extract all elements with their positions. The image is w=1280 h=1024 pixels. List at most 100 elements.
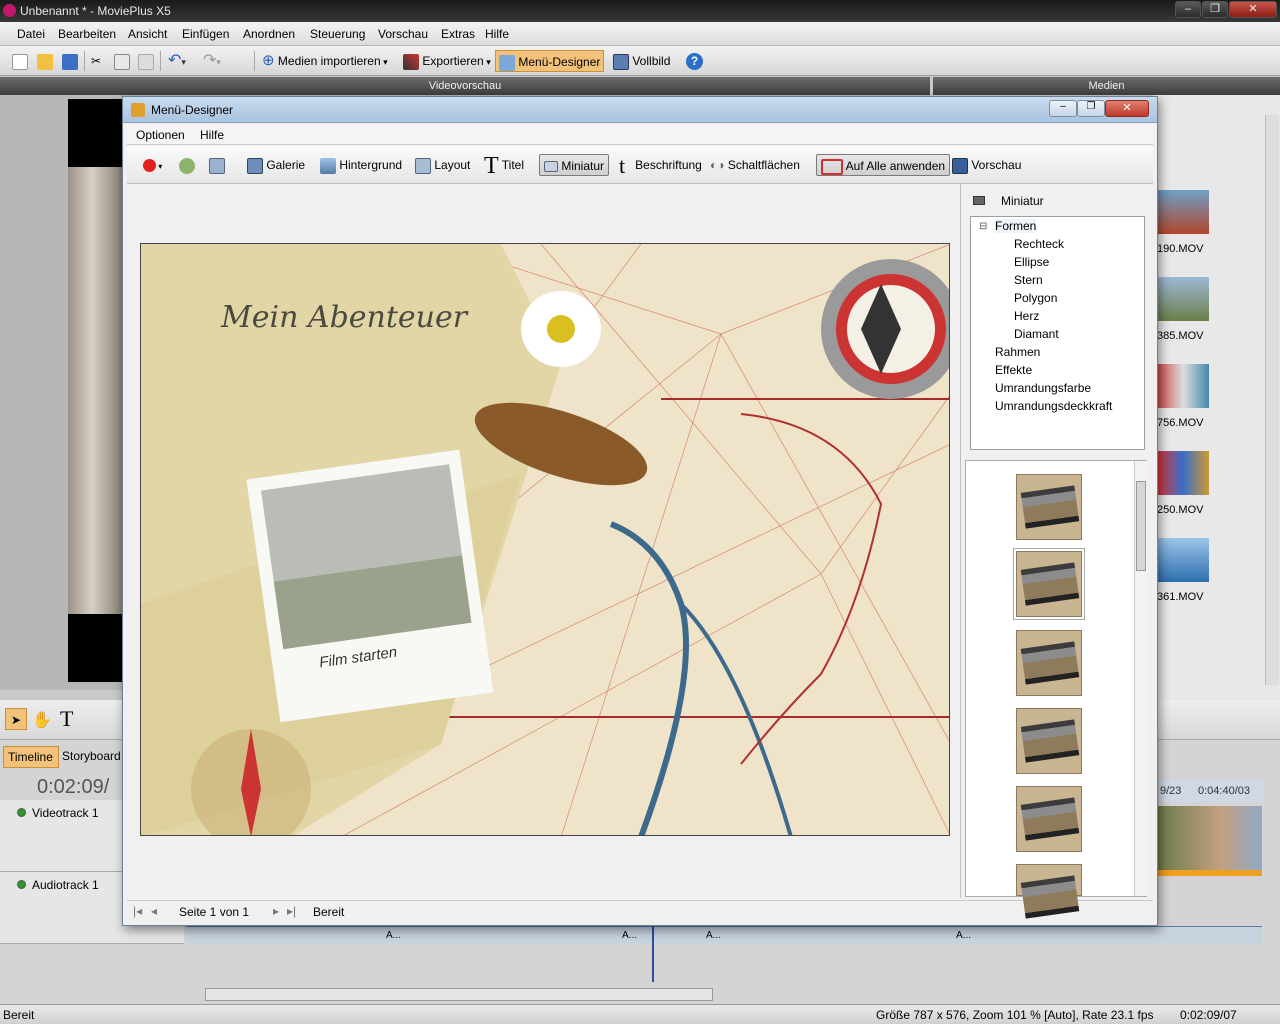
- record-button[interactable]: ▾: [143, 154, 162, 176]
- export-button[interactable]: Exportieren ▾: [403, 50, 491, 72]
- tool-hintergrund[interactable]: Hintergrund: [320, 154, 402, 176]
- tree-item[interactable]: Ellipse: [1014, 255, 1049, 269]
- pointer-tool[interactable]: ➤: [5, 708, 27, 730]
- media-filename: 756.MOV: [1157, 417, 1204, 429]
- timeline-hscroll[interactable]: [205, 988, 713, 1001]
- status-info: Größe 787 x 576, Zoom 101 % [Auto], Rate…: [876, 1008, 1154, 1022]
- tool-layout[interactable]: Layout: [415, 154, 470, 176]
- dialog-minimize-button[interactable]: –: [1049, 100, 1077, 117]
- menu-datei[interactable]: Datei: [17, 27, 45, 41]
- menu-extras[interactable]: Extras: [441, 27, 475, 41]
- import-media-button[interactable]: ⊕ Medien importieren ▾: [262, 50, 388, 72]
- dialog-close-button[interactable]: ✕: [1105, 100, 1149, 117]
- menu-einfuegen[interactable]: Einfügen: [182, 27, 229, 41]
- tab-timeline[interactable]: Timeline: [3, 746, 59, 768]
- media-scrollbar[interactable]: [1265, 115, 1279, 685]
- video-image: [68, 167, 128, 614]
- tree-item[interactable]: Effekte: [995, 363, 1032, 377]
- media-thumb[interactable]: [1157, 538, 1209, 582]
- tree-item[interactable]: Diamant: [1014, 327, 1059, 341]
- media-thumb[interactable]: [1157, 364, 1209, 408]
- tree-item[interactable]: Rechteck: [1014, 237, 1064, 251]
- scroll-thumb[interactable]: [1136, 481, 1146, 571]
- dialog-menu-hilfe[interactable]: Hilfe: [200, 128, 224, 142]
- menu-designer-button[interactable]: Menü-Designer: [495, 50, 605, 72]
- cut-button[interactable]: ✂: [91, 50, 101, 72]
- tree-item[interactable]: Umrandungsdeckkraft: [995, 399, 1112, 413]
- fullscreen-button[interactable]: Vollbild: [613, 50, 670, 72]
- gallery-scrollbar[interactable]: [1134, 461, 1147, 896]
- next-page-icon[interactable]: ▸: [273, 904, 279, 918]
- collapse-icon[interactable]: ⊟: [979, 221, 987, 232]
- menu-anordnen[interactable]: Anordnen: [243, 27, 295, 41]
- undo-button[interactable]: ↶▾: [168, 50, 186, 72]
- menu-ansicht[interactable]: Ansicht: [128, 27, 167, 41]
- media-thumb[interactable]: [1157, 451, 1209, 495]
- save-button[interactable]: [62, 50, 78, 72]
- track-enabled-icon[interactable]: [17, 808, 26, 817]
- gallery-thumb[interactable]: [1016, 864, 1082, 919]
- menu-vorschau[interactable]: Vorschau: [378, 27, 428, 41]
- tool-vorschau[interactable]: Vorschau: [952, 154, 1021, 176]
- tool-schaltflaechen[interactable]: ◐◑ Schaltflächen: [710, 154, 800, 176]
- menu-designer-icon: [131, 103, 145, 117]
- menu-hilfe[interactable]: Hilfe: [485, 27, 509, 41]
- tree-item[interactable]: Polygon: [1014, 291, 1057, 305]
- open-button[interactable]: [37, 50, 53, 72]
- dialog-toolbar: ▾ Galerie Hintergrund Layout T Titel Min…: [127, 146, 1153, 184]
- tree-item[interactable]: Umrandungsfarbe: [995, 381, 1091, 395]
- last-page-icon[interactable]: ▸|: [287, 904, 296, 918]
- gallery-thumb[interactable]: [1016, 630, 1082, 696]
- maximize-button[interactable]: ❐: [1202, 1, 1228, 18]
- audio-clip-strip[interactable]: A... A... A... A...: [186, 926, 1262, 944]
- gallery-thumb[interactable]: [1016, 474, 1082, 540]
- tree-item-formen[interactable]: Formen: [995, 219, 1037, 233]
- menu-heading[interactable]: Mein Abenteuer: [221, 300, 467, 335]
- dialog-menu-optionen[interactable]: Optionen: [136, 128, 185, 142]
- tool-beschriftung[interactable]: t Beschriftung: [619, 154, 702, 176]
- globe-button[interactable]: [179, 154, 195, 176]
- hand-tool[interactable]: ✋: [32, 710, 52, 730]
- dialog-status-bar: |◂ ◂ Seite 1 von 1 ▸ ▸| Bereit: [127, 900, 1153, 922]
- gallery-thumb[interactable]: [1013, 548, 1085, 620]
- new-file-button[interactable]: [12, 50, 28, 72]
- tree-item[interactable]: Stern: [1014, 273, 1043, 287]
- tab-storyboard[interactable]: Storyboard: [62, 749, 121, 763]
- close-button[interactable]: ✕: [1229, 1, 1277, 18]
- menu-bearbeiten[interactable]: Bearbeiten: [58, 27, 116, 41]
- tool-titel[interactable]: T Titel: [484, 154, 524, 178]
- tree-item[interactable]: Rahmen: [995, 345, 1040, 359]
- scissors-icon: ✂: [91, 54, 102, 68]
- main-toolbar: ✂ ↶▾ ↷▾ ⊕ Medien importieren ▾ Exportier…: [0, 46, 1280, 76]
- minimize-button[interactable]: –: [1175, 1, 1201, 18]
- redo-button[interactable]: ↷▾: [203, 50, 221, 72]
- tool-miniatur[interactable]: Miniatur: [539, 154, 610, 176]
- prev-page-icon[interactable]: ◂: [151, 904, 157, 918]
- help-icon: ?: [686, 53, 703, 70]
- timeline-ruler[interactable]: 9/23 0:04:40/03: [1158, 780, 1264, 802]
- help-button[interactable]: ?: [686, 50, 703, 72]
- track-enabled-icon[interactable]: [17, 880, 26, 889]
- video-clip[interactable]: [1158, 806, 1262, 870]
- paste-button[interactable]: [138, 50, 154, 72]
- menu-steuerung[interactable]: Steuerung: [310, 27, 365, 41]
- dialog-maximize-button[interactable]: ❐: [1077, 100, 1105, 117]
- copy-button[interactable]: [114, 50, 130, 72]
- gallery-thumb[interactable]: [1016, 786, 1082, 852]
- first-page-icon[interactable]: |◂: [133, 904, 142, 918]
- gallery-thumb[interactable]: [1016, 708, 1082, 774]
- film-export-icon: [403, 53, 419, 70]
- tool-auf-alle-anwenden[interactable]: Auf Alle anwenden: [816, 154, 951, 176]
- media-thumb[interactable]: [1157, 277, 1209, 321]
- text-tool[interactable]: T: [60, 706, 73, 732]
- tree-item[interactable]: Herz: [1014, 309, 1039, 323]
- hand-icon: ✋: [32, 712, 52, 729]
- dialog-menu-bar: Optionen Hilfe: [127, 125, 1153, 145]
- menu-preview[interactable]: Mein Abenteuer Film starten: [140, 243, 950, 836]
- media-header: Medien: [933, 77, 1280, 95]
- buttons-icon: ◐◑: [710, 158, 725, 172]
- thumbnail-icon: [973, 196, 985, 205]
- layout-grid-button[interactable]: [209, 154, 225, 176]
- tool-galerie[interactable]: Galerie: [247, 154, 305, 176]
- media-thumb[interactable]: [1157, 190, 1209, 234]
